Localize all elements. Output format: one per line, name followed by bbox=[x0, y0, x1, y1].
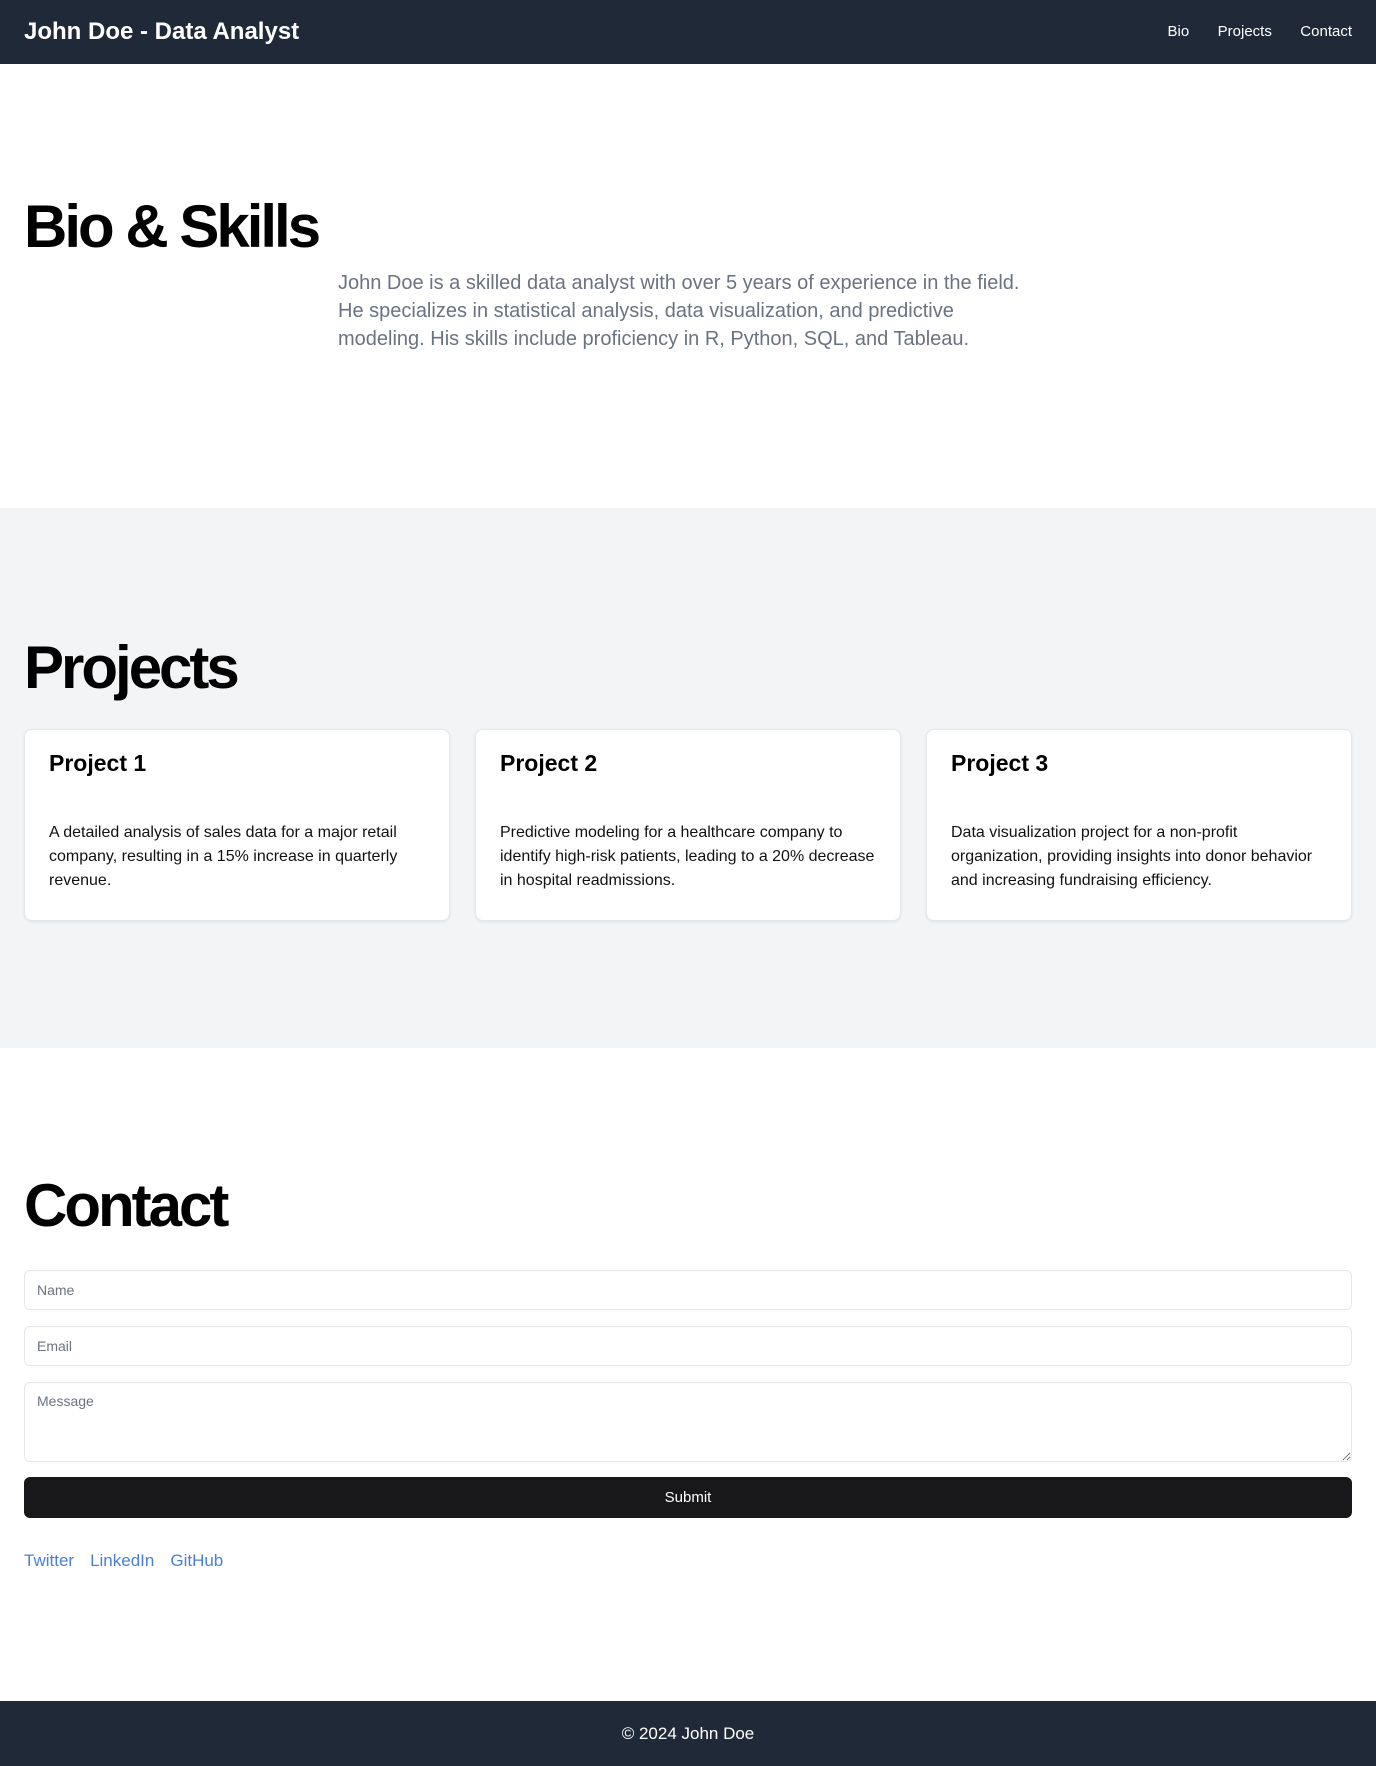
nav-contact[interactable]: Contact bbox=[1300, 23, 1352, 40]
project-card: Project 1 A detailed analysis of sales d… bbox=[24, 729, 450, 921]
footer: © 2024 John Doe bbox=[0, 1701, 1376, 1766]
name-input[interactable] bbox=[24, 1270, 1352, 1310]
project-title: Project 1 bbox=[49, 750, 147, 776]
project-card: Project 2 Predictive modeling for a heal… bbox=[475, 729, 901, 921]
project-title: Project 3 bbox=[951, 750, 1049, 776]
bio-text: John Doe is a skilled data analyst with … bbox=[338, 272, 1020, 350]
github-link[interactable]: GitHub bbox=[170, 1551, 223, 1571]
bio-section: Bio & Skills John Doe is a skilled data … bbox=[0, 64, 1376, 508]
site-title: John Doe - Data Analyst bbox=[24, 18, 300, 45]
top-nav: John Doe - Data Analyst Bio Projects Con… bbox=[0, 0, 1376, 64]
nav-projects[interactable]: Projects bbox=[1218, 23, 1272, 40]
projects-section: Projects Project 1 A detailed analysis o… bbox=[0, 508, 1376, 1048]
project-description: Predictive modeling for a healthcare com… bbox=[500, 824, 875, 889]
copyright-text: © 2024 John Doe bbox=[621, 1723, 755, 1743]
linkedin-link[interactable]: LinkedIn bbox=[90, 1551, 154, 1571]
project-title: Project 2 bbox=[500, 750, 598, 776]
project-card: Project 3 Data visualization project for… bbox=[926, 729, 1352, 921]
project-description: A detailed analysis of sales data for a … bbox=[49, 824, 398, 889]
nav-links: Bio Projects Contact bbox=[1144, 23, 1352, 41]
nav-bio[interactable]: Bio bbox=[1168, 23, 1190, 40]
contact-section: Contact Submit Twitter LinkedIn GitHub bbox=[0, 1048, 1376, 1701]
twitter-link[interactable]: Twitter bbox=[24, 1551, 74, 1571]
message-textarea[interactable] bbox=[24, 1382, 1352, 1462]
email-input[interactable] bbox=[24, 1326, 1352, 1366]
social-links: Twitter LinkedIn GitHub bbox=[24, 1551, 223, 1571]
project-description: Data visualization project for a non-pro… bbox=[951, 824, 1313, 889]
submit-button[interactable]: Submit bbox=[24, 1477, 1352, 1518]
bio-heading: Bio & Skills bbox=[24, 193, 321, 260]
projects-heading: Projects bbox=[24, 634, 240, 701]
contact-heading: Contact bbox=[24, 1172, 229, 1239]
